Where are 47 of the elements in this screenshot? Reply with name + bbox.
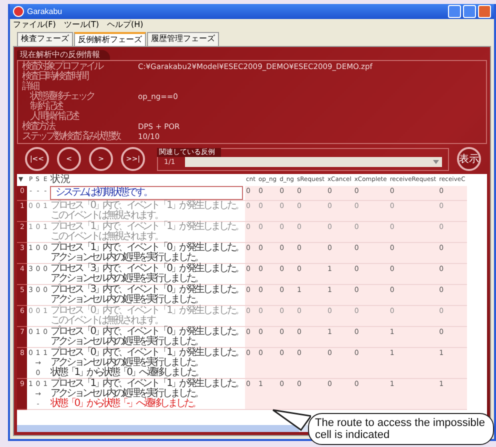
status-text: アクションセル内の処理を実行しました。 <box>50 253 202 263</box>
scroll-thumb[interactable] <box>17 425 299 432</box>
status-text: このイベントは無視されます。 <box>50 232 164 242</box>
status-text: アクションセル内の処理を実行しました。 <box>50 358 204 368</box>
info-label: 検査日時/検査時間 <box>22 72 89 82</box>
callout-text: The route to access the impossible cell is indicated <box>315 417 486 441</box>
window-title: Garakabu <box>27 7 62 16</box>
status-text: 状態「0」から状態「-」へ遷移しました。 <box>50 399 202 409</box>
status-text: アクションセル内の処理を実行しました。 <box>50 389 204 399</box>
tab[interactable]: 検査フェーズ <box>17 32 73 46</box>
status-text: プロセス「1」内で、イベント「1」が発生しました。 <box>50 379 243 389</box>
status-text: このイベントは無視されます。 <box>50 211 164 221</box>
caret-icon <box>433 160 439 164</box>
info-label: 検査対象プロファイル <box>22 62 104 72</box>
dropdown[interactable] <box>185 156 442 166</box>
minimize-button[interactable] <box>448 5 461 18</box>
app-logo-icon <box>13 6 24 17</box>
status-text: アクションセル内の処理を実行しました。 <box>50 337 202 347</box>
status-text: 状態「1」から状態「0」へ遷移しました。 <box>50 368 203 378</box>
menu-item[interactable]: ツール(T) <box>64 20 99 30</box>
status-text: プロセス「1」内で、イベント「0」が発生しました。 <box>50 243 243 253</box>
info-label: 人間操作記述 <box>30 112 80 122</box>
tab[interactable]: 履歴管理フェーズ <box>147 32 219 46</box>
status-text: プロセス「3」内で、イベント「0」が発生しました。 <box>50 264 243 274</box>
status-text: プロセス「1」内で、イベント「1」が発生しました。 <box>50 222 243 232</box>
status-text: プロセス「0」内で、イベント「0」が発生しました。 <box>50 327 243 337</box>
status-text: このイベントは無視されます。 <box>50 316 164 326</box>
column-header[interactable]: 状況 <box>48 174 244 186</box>
status-text: プロセス「0」内で、イベント「1」が発生しました。 <box>50 348 243 358</box>
info-label: 状態遷移チェック <box>29 92 96 102</box>
status-text: アクションセル内の処理を実行しました。 <box>50 295 202 305</box>
status-text: プロセス「3」内で、イベント「0」が発生しました。 <box>50 285 243 295</box>
close-button[interactable] <box>478 5 491 18</box>
info-label: 検査方法 <box>22 122 54 132</box>
info-label: 詳細 <box>22 82 38 92</box>
status-text: アクションセル内の処理を実行しました。 <box>50 274 202 284</box>
panel-title: 現在解析中の反例情報 <box>17 50 110 60</box>
menu-item[interactable]: ファイル(F) <box>13 20 56 30</box>
status-text: システムは初期状態です。 <box>50 186 243 200</box>
status-text: プロセス「0」内で、イベント「1」が発生しました。 <box>50 201 243 211</box>
status-text: プロセス「0」内で、イベント「1」が発生しました。 <box>50 306 243 316</box>
menu-item[interactable]: ヘルプ(H) <box>106 20 144 30</box>
info-label: ステップ数/検査済み状態数 <box>22 132 121 142</box>
tab[interactable]: 反例解析フェーズ <box>74 32 146 46</box>
info-label: 制約記述 <box>29 102 62 112</box>
show-button[interactable]: 表示 <box>457 147 481 171</box>
maximize-button[interactable] <box>463 5 476 18</box>
